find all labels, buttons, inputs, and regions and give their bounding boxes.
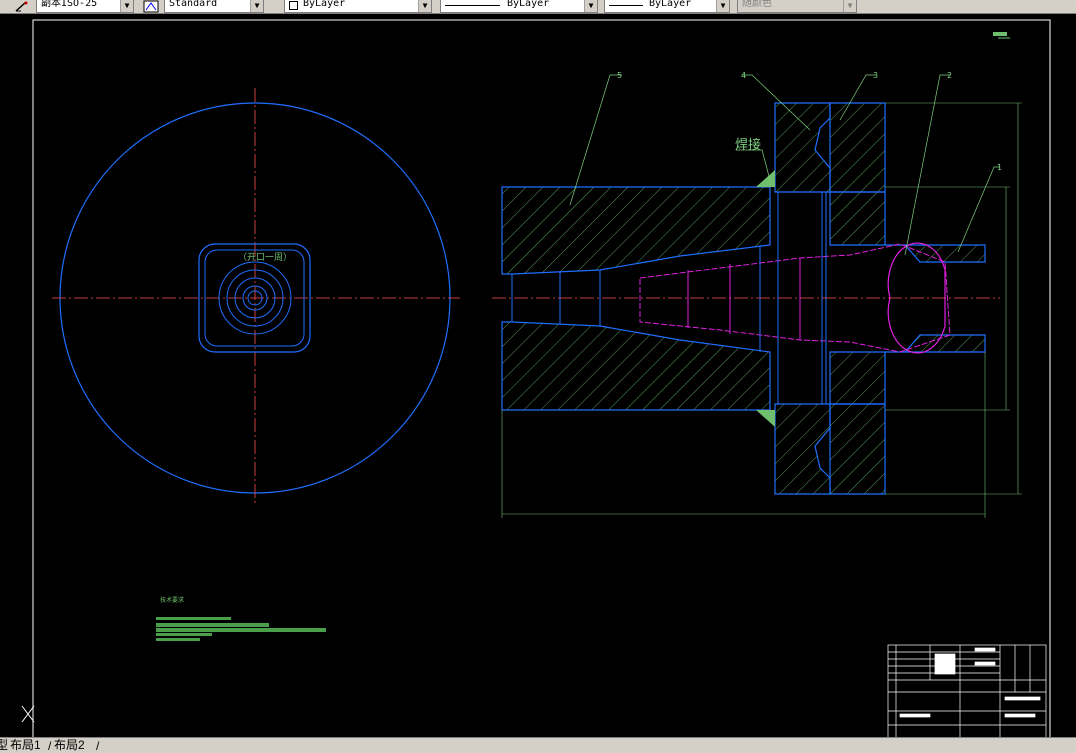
text-style-dropdown[interactable]: Standard ▼ [164, 0, 264, 13]
text-style-value: Standard [169, 0, 218, 9]
dimension-style-value: 副本ISO-25 [41, 0, 98, 9]
lineweight-dropdown[interactable]: ByLayer ▼ [604, 0, 730, 13]
part-number-1: 1 [997, 163, 1002, 172]
linetype-value: ByLayer [507, 0, 550, 9]
part-number-5: 5 [617, 71, 622, 80]
title-block [887, 644, 1047, 737]
section-view: 5 4 3 2 1 焊接 [492, 71, 1022, 518]
tab-separator: / [48, 739, 52, 753]
color-value: ByLayer [303, 0, 346, 9]
dimension-style-dropdown[interactable]: 副本ISO-25 ▼ [36, 0, 134, 13]
chevron-down-icon: ▼ [584, 0, 597, 12]
color-swatch-icon [289, 1, 298, 10]
cad-application: 副本ISO-25 ▼ Standard ▼ ByLayer ▼ ByLayer … [0, 0, 1076, 753]
north-marker [993, 32, 1010, 39]
properties-toolbar: 副本ISO-25 ▼ Standard ▼ ByLayer ▼ ByLayer … [0, 0, 1076, 14]
part-number-3: 3 [873, 71, 878, 80]
tab-separator: / [96, 739, 100, 753]
linetype-preview-icon [445, 5, 500, 6]
drawing-svg: （开口一周） 5 4 3 2 1 焊接 技术要求 [21, 19, 1051, 737]
weld-label: 焊接 [735, 137, 761, 153]
chevron-down-icon: ▼ [250, 0, 263, 12]
chevron-down-icon: ▼ [716, 0, 729, 12]
chevron-down-icon: ▼ [843, 0, 856, 12]
technical-notes: 技术要求 [156, 596, 326, 641]
front-view-circle: （开口一周） [52, 88, 460, 505]
plot-style-dropdown: 随颜色 ▼ [737, 0, 857, 13]
chevron-down-icon: ▼ [418, 0, 431, 12]
layout-tab-bar: 型 布局1 / 布局2 / [0, 737, 1076, 753]
tab-layout1[interactable]: 布局1 [8, 738, 43, 753]
notes-title: 技术要求 [160, 596, 184, 604]
ucs-icon [21, 705, 35, 723]
lineweight-preview-icon [609, 5, 643, 6]
part-number-4: 4 [741, 71, 746, 80]
tab-layout2[interactable]: 布局2 [52, 738, 87, 753]
model-space-canvas[interactable]: （开口一周） 5 4 3 2 1 焊接 技术要求 [0, 14, 1076, 737]
color-dropdown[interactable]: ByLayer ▼ [284, 0, 432, 13]
plot-style-value: 随颜色 [742, 0, 772, 9]
part-number-2: 2 [947, 71, 952, 80]
lineweight-value: ByLayer [649, 0, 692, 9]
circle-view-label: （开口一周） [238, 252, 292, 263]
chevron-down-icon: ▼ [120, 0, 133, 12]
linetype-dropdown[interactable]: ByLayer ▼ [440, 0, 598, 13]
dimension-style-icon[interactable] [14, 0, 30, 13]
text-style-icon[interactable] [143, 0, 159, 13]
